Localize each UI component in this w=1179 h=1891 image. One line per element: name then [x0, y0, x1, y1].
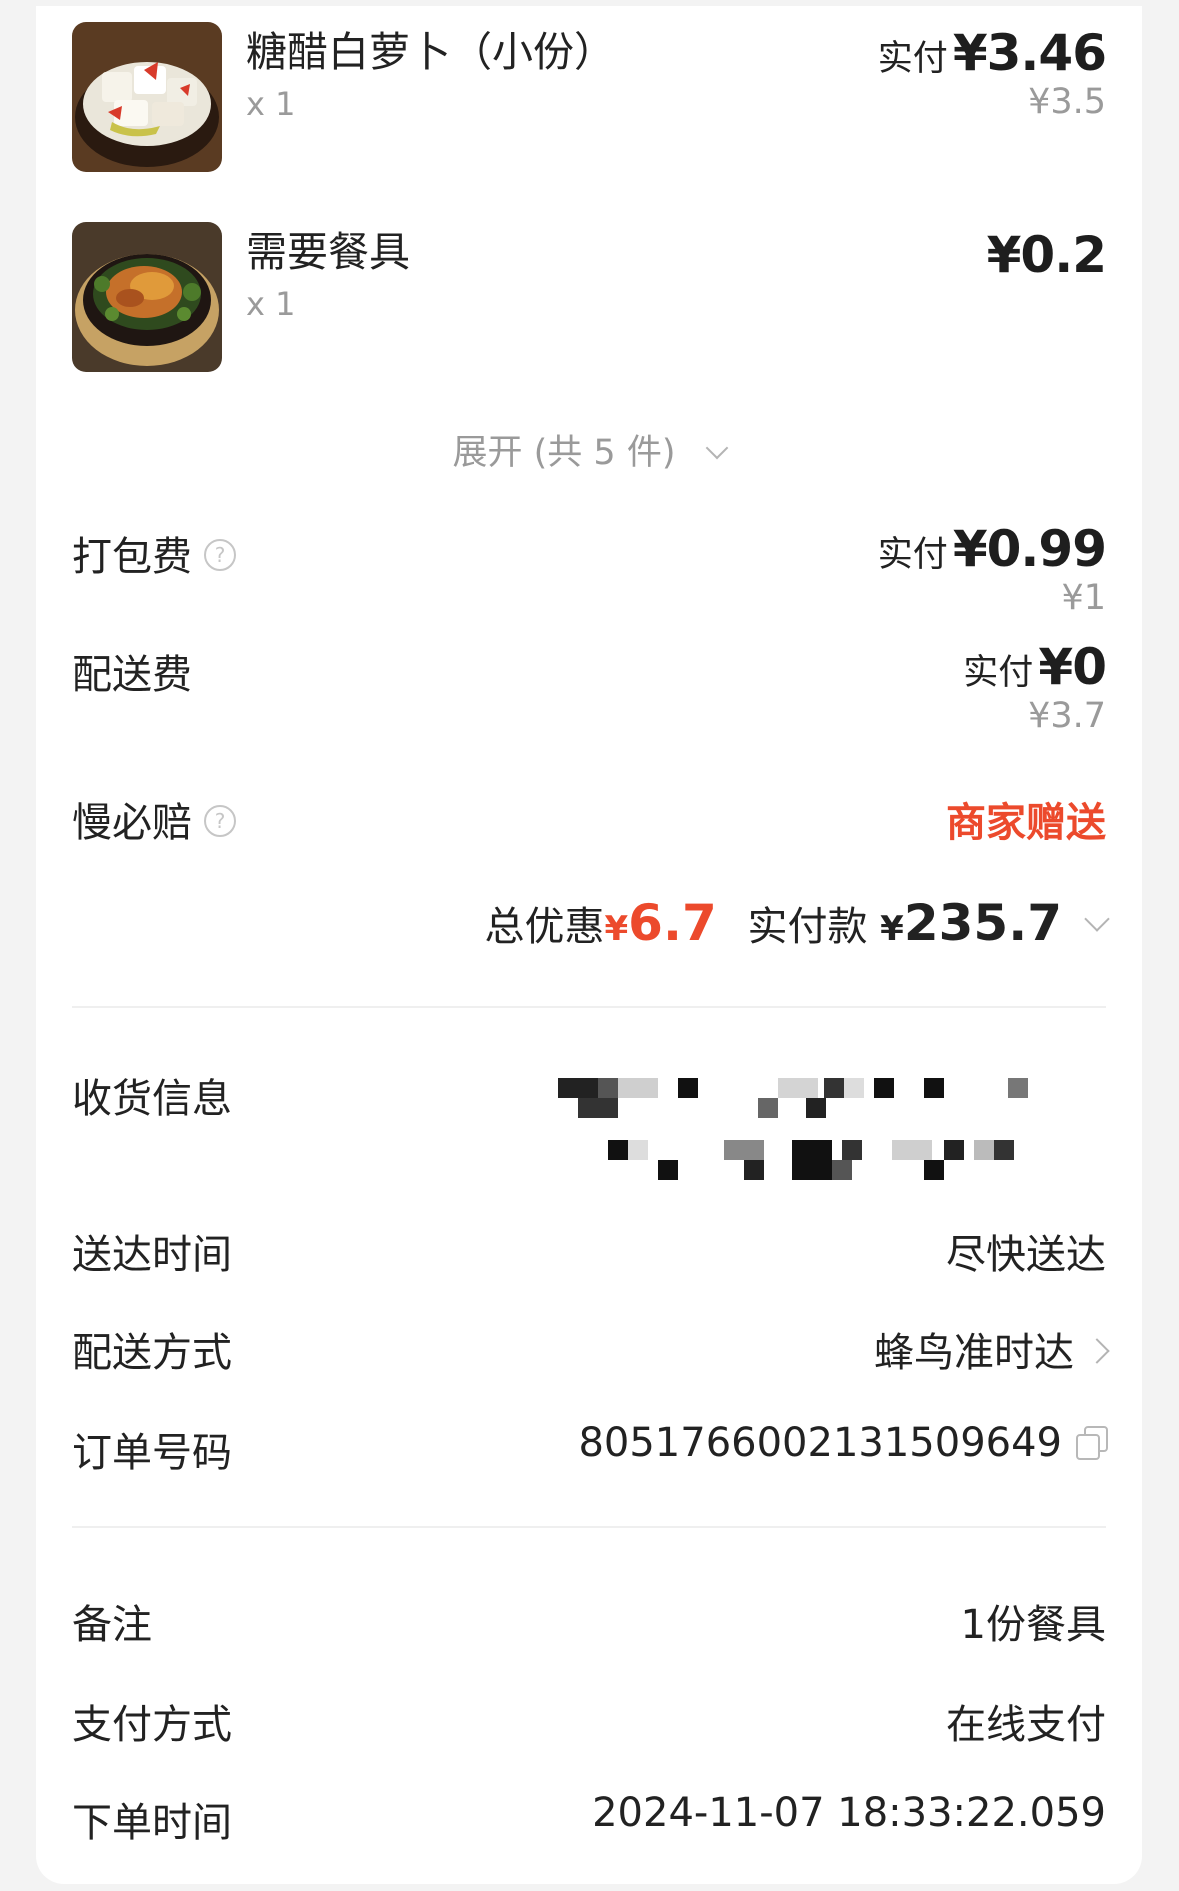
delivery-fee-label: 配送费 [72, 652, 192, 698]
question-icon[interactable]: ? [204, 805, 236, 837]
payment-method-value: 在线支付 [946, 1702, 1106, 1748]
note-label: 备注 [72, 1602, 152, 1648]
order-time-value: 2024-11-07 18:33:22.059 [592, 1790, 1106, 1836]
copy-icon[interactable] [1074, 1426, 1108, 1460]
item-quantity: x 1 [246, 285, 296, 323]
delivery-method-label: 配送方式 [72, 1330, 232, 1376]
arrival-time-value: 尽快送达 [946, 1232, 1106, 1278]
order-time-label: 下单时间 [72, 1800, 232, 1846]
delivery-method-link[interactable]: 蜂鸟准时达 [874, 1320, 1110, 1378]
paid-total-label: 实付款 [747, 904, 868, 950]
redacted-address [558, 1070, 1078, 1190]
divider [72, 1006, 1106, 1008]
original-price: ¥3.5 [1028, 82, 1106, 122]
original-price: ¥3.7 [1028, 696, 1106, 736]
order-number-row: 8051766002131509649 [578, 1420, 1108, 1466]
item-name: 需要餐具 [246, 228, 410, 276]
item-name: 糖醋白萝卜（小份） [246, 28, 615, 76]
paid-value: ¥3.46 [952, 24, 1107, 82]
order-detail-card: 糖醋白萝卜（小份） x 1 实付 ¥3.46 ¥3.5 需要餐具 x 1 ¥0.… [36, 6, 1142, 1884]
paid-total-value: 235.7 [903, 894, 1062, 952]
discount-currency: ¥ [604, 909, 629, 949]
item-quantity: x 1 [246, 85, 296, 123]
order-total-row[interactable]: 总优惠¥6.7 实付款 ¥235.7 [484, 894, 1110, 952]
paid-value: ¥0.2 [986, 226, 1107, 284]
paid-label: 实付 [877, 535, 948, 575]
delivery-fee-price: 实付 ¥0 ¥3.7 [963, 638, 1107, 736]
note-value: 1份餐具 [960, 1602, 1106, 1648]
order-item: 糖醋白萝卜（小份） x 1 实付 ¥3.46 ¥3.5 [72, 22, 1107, 174]
paid-label: 实付 [963, 653, 1034, 693]
order-number-value: 8051766002131509649 [578, 1420, 1062, 1466]
question-icon[interactable]: ? [204, 539, 236, 571]
braised-chicken-image [72, 222, 222, 372]
payment-method-label: 支付方式 [72, 1702, 232, 1748]
merchant-gift-text: 商家赠送 [946, 800, 1106, 846]
discount-label: 总优惠 [484, 904, 605, 950]
discount-value: 6.7 [628, 894, 717, 952]
expand-label: 展开 (共 5 件) [452, 433, 676, 473]
pickled-radish-image [72, 22, 222, 172]
paid-total-currency: ¥ [880, 909, 904, 949]
packing-fee-price: 实付 ¥0.99 ¥1 [877, 520, 1107, 618]
chevron-right-icon [1084, 1338, 1110, 1364]
order-item: 需要餐具 x 1 ¥0.2 [72, 222, 1107, 374]
arrival-time-label: 送达时间 [72, 1232, 232, 1278]
original-price: ¥1 [1061, 578, 1106, 618]
order-number-label: 订单号码 [72, 1430, 232, 1476]
packing-fee-row: 打包费? [72, 524, 236, 582]
chevron-down-icon [1084, 906, 1110, 932]
item-price: 实付 ¥3.46 ¥3.5 [877, 24, 1107, 122]
expand-items-button[interactable]: 展开 (共 5 件) [36, 424, 1142, 475]
paid-value: ¥0.99 [952, 520, 1107, 578]
chevron-down-icon [706, 436, 729, 460]
receiver-info-label: 收货信息 [72, 1076, 232, 1122]
delivery-method-value: 蜂鸟准时达 [874, 1330, 1074, 1376]
late-compensation-row: 慢必赔? [72, 790, 236, 848]
late-compensation-label: 慢必赔 [72, 800, 192, 846]
item-price: ¥0.2 [986, 226, 1107, 284]
paid-value: ¥0 [1038, 638, 1107, 696]
packing-fee-label: 打包费 [72, 534, 192, 580]
paid-label: 实付 [877, 39, 948, 79]
divider [72, 1526, 1106, 1528]
